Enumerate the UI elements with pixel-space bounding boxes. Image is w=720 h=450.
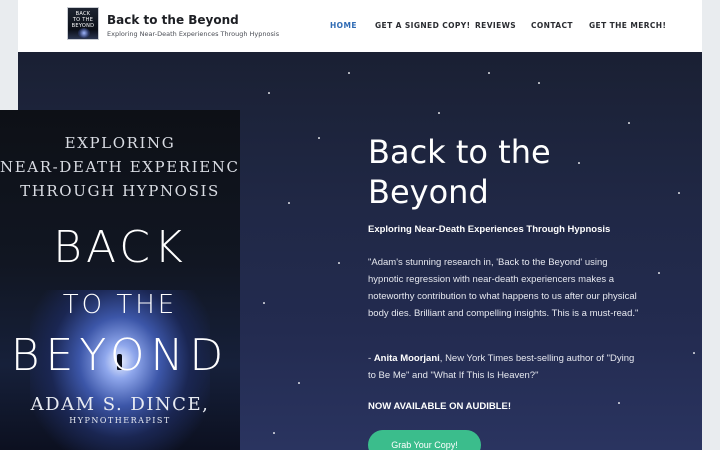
book-cover-title-line: BEYOND xyxy=(10,330,230,381)
star xyxy=(628,122,630,124)
star xyxy=(298,382,300,384)
star xyxy=(658,272,660,274)
star xyxy=(273,432,275,434)
attribution-name: Anita Moorjani xyxy=(373,353,440,364)
hero-heading-line: Back to the xyxy=(368,133,551,171)
star xyxy=(538,82,540,84)
star xyxy=(338,262,340,264)
availability-notice: NOW AVAILABLE ON AUDIBLE! xyxy=(368,401,512,412)
star xyxy=(288,202,290,204)
book-cover-author: ADAM S. DINCE, xyxy=(30,394,210,415)
star xyxy=(678,192,680,194)
book-cover-subtitle-line: NEAR-DEATH EXPERIENCES xyxy=(0,158,240,176)
site-tagline: Exploring Near-Death Experiences Through… xyxy=(107,30,280,38)
book-cover-title-line: BACK xyxy=(53,222,187,273)
star xyxy=(438,112,440,114)
star xyxy=(263,302,265,304)
hero-heading-line: Beyond xyxy=(368,173,489,211)
book-cover-subtitle-line: EXPLORING xyxy=(64,134,176,152)
star xyxy=(693,352,695,354)
book-cover[interactable]: EXPLORING NEAR-DEATH EXPERIENCES THROUGH… xyxy=(0,110,240,450)
star xyxy=(318,137,320,139)
book-cover-author-role: HYPNOTHERAPIST xyxy=(69,416,171,425)
nav-contact[interactable]: CONTACT xyxy=(531,21,573,30)
site-title[interactable]: Back to the Beyond xyxy=(107,13,239,27)
star xyxy=(268,92,270,94)
star xyxy=(488,72,490,74)
star xyxy=(348,72,350,74)
book-cover-title-line: TO THE xyxy=(62,290,178,320)
site-logo[interactable]: BACK TO THE BEYOND xyxy=(67,7,99,40)
grab-your-copy-button[interactable]: Grab Your Copy! xyxy=(368,430,481,450)
review-attribution: - Anita Moorjani, New York Times best-se… xyxy=(368,350,640,384)
nav-home[interactable]: HOME xyxy=(330,21,357,30)
review-quote: "Adam's stunning research in, 'Back to t… xyxy=(368,257,639,319)
nav-get-signed-copy[interactable]: GET A SIGNED COPY! xyxy=(375,21,470,30)
hero-heading: Back to the Beyond xyxy=(368,132,668,212)
site-header: BACK TO THE BEYOND Back to the Beyond Ex… xyxy=(18,0,702,52)
nav-reviews[interactable]: REVIEWS xyxy=(475,21,516,30)
star xyxy=(618,402,620,404)
logo-tunnel-glow xyxy=(78,28,90,38)
nav-get-the-merch[interactable]: GET THE MERCH! xyxy=(589,21,666,30)
book-cover-subtitle-line: THROUGH HYPNOSIS xyxy=(20,182,220,200)
hero-subheading: Exploring Near-Death Experiences Through… xyxy=(368,224,611,235)
